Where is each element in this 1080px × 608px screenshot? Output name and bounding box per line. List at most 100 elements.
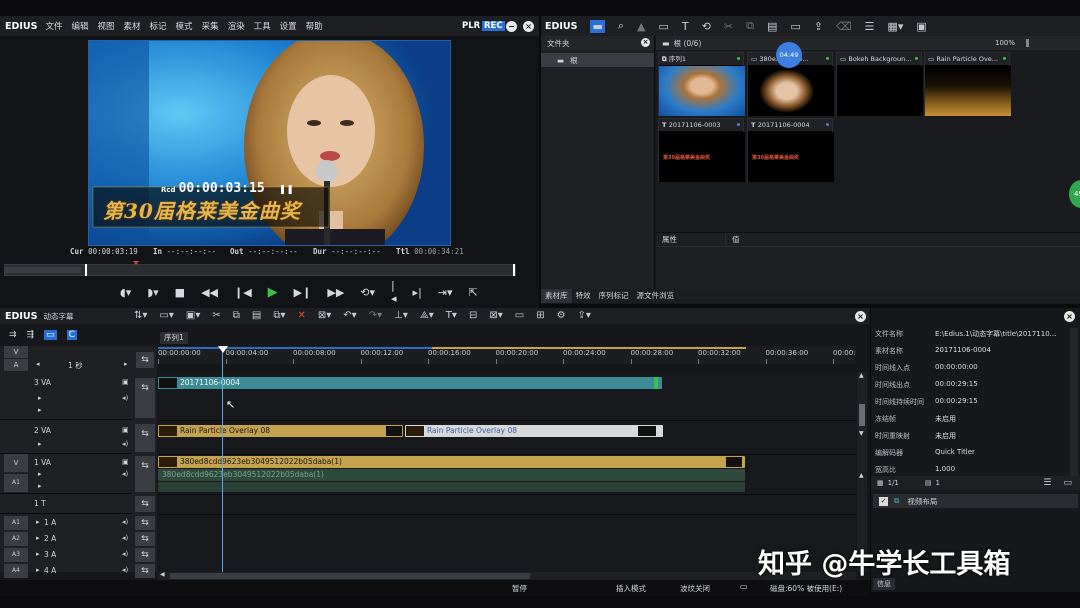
menu-item-5[interactable]: 模式 — [176, 20, 193, 32]
sequence-icon[interactable]: ⟲ — [702, 20, 711, 33]
bin-tab-2[interactable]: 序列标记 — [595, 289, 633, 303]
copy-icon[interactable]: ⧉ — [746, 19, 754, 33]
stop-icon[interactable]: ■ — [175, 286, 185, 299]
expand-icon[interactable]: ▸ — [36, 518, 40, 526]
scroll-thumb[interactable] — [859, 404, 865, 426]
mixer-icon[interactable]: ⊞ — [536, 310, 544, 321]
menu-item-1[interactable]: 编辑 — [71, 20, 88, 32]
audio-toggle-icon[interactable]: ◂) — [122, 394, 128, 402]
a4-patch[interactable]: A4 — [4, 564, 28, 578]
video-toggle-icon[interactable]: ▣ — [122, 426, 129, 434]
export-icon[interactable]: ⇱ — [469, 286, 478, 299]
timeline-hscroll[interactable]: ◀ — [158, 571, 856, 580]
plr-toggle[interactable]: PLR — [462, 21, 480, 31]
transition-icon[interactable]: ⟁▾ — [420, 310, 434, 321]
audio-toggle-icon[interactable]: ◂) — [122, 470, 128, 478]
redo-icon[interactable]: ↷▾ — [369, 310, 382, 321]
expand-icon[interactable]: ▸ — [38, 440, 42, 448]
sync-icon[interactable]: ▭ — [44, 330, 57, 340]
expand-icon[interactable]: ▸ — [38, 394, 42, 402]
expand-icon[interactable]: ▸ — [38, 470, 42, 478]
add-title-icon[interactable]: T — [682, 20, 689, 33]
menu-item-8[interactable]: 工具 — [254, 20, 271, 32]
timeline-scale[interactable]: 1 秒 — [68, 360, 83, 371]
group-icon[interactable]: ⇶ — [27, 330, 35, 340]
expand-icon-2[interactable]: ▸ — [38, 482, 42, 490]
video-toggle-icon[interactable]: ▣ — [122, 458, 129, 466]
cut-clip-icon[interactable]: ✂ — [212, 310, 220, 321]
v-toggle[interactable]: V — [4, 346, 28, 358]
scroll-up-icon-2[interactable]: ▲ — [859, 472, 864, 479]
a-toggle[interactable]: A — [4, 359, 28, 371]
folder-view-icon[interactable]: ▬ — [590, 19, 605, 33]
mode-icon[interactable]: ⇅▾ — [134, 310, 147, 321]
ripple-delete-icon[interactable]: ⊠▾ — [318, 310, 331, 321]
track-1t[interactable]: 1 T — [0, 494, 132, 514]
scroll-left-icon[interactable]: ◀ — [160, 571, 165, 578]
effect-checkbox[interactable]: ✓ — [879, 496, 888, 506]
insert-icon[interactable]: ⇥▾ — [438, 286, 453, 299]
loop-icon[interactable]: ⟲▾ — [360, 286, 375, 299]
a2-patch[interactable]: A2 — [4, 532, 28, 546]
search-icon[interactable]: ⌕ — [618, 19, 624, 33]
render-range-icon[interactable]: ⊠▾ — [489, 310, 502, 321]
save-project-icon[interactable]: ▣▾ — [186, 310, 200, 321]
open-project-icon[interactable]: ▭▾ — [159, 310, 173, 321]
menu-item-7[interactable]: 渲染 — [228, 20, 245, 32]
bin-tab-1[interactable]: 特效 — [572, 289, 595, 303]
scroll-up-icon[interactable]: ▲ — [859, 372, 864, 379]
paste-icon[interactable]: ▤ — [767, 20, 777, 33]
menu-item-0[interactable]: 文件 — [45, 20, 62, 32]
next-edit-icon[interactable]: ▸| — [413, 286, 422, 299]
clip-tile[interactable]: T 20171106-0003 第30届格莱美金曲奖 — [658, 118, 745, 182]
clip-tile[interactable]: ▭ Bokeh Backgroun... — [836, 52, 923, 116]
a3-patch[interactable]: A3 — [4, 548, 28, 562]
settings-icon[interactable]: ⚙ — [557, 310, 566, 321]
expand-icon[interactable]: ▸ — [36, 550, 40, 558]
expand-icon-2[interactable]: ▸ — [38, 406, 42, 414]
v-patch[interactable]: V — [4, 454, 28, 472]
export-bin-icon[interactable]: ⇪ — [814, 20, 823, 33]
play-icon[interactable]: ▶ — [268, 285, 278, 300]
track-4a[interactable]: A4 4 A ▸ ◂) — [0, 563, 132, 579]
status-mode[interactable]: 插入模式 — [616, 583, 646, 594]
menu-item-10[interactable]: 帮助 — [306, 20, 323, 32]
scroll-down-icon[interactable]: ▼ — [859, 430, 864, 437]
clip-2va-a[interactable]: Rain Particle Overlay 08 — [158, 425, 403, 437]
set-in-icon[interactable]: ◖▾ — [120, 286, 131, 299]
sync-1a-icon[interactable]: ⇆ — [135, 516, 155, 530]
clip-tile[interactable]: ▭ Rain Particle Ove... — [924, 52, 1011, 116]
clip-tile[interactable]: ⧉ 序列1 — [658, 52, 745, 116]
monitor-icon[interactable]: ▭ — [790, 20, 800, 33]
timeline-playhead[interactable] — [222, 346, 223, 572]
menu-item-4[interactable]: 标记 — [150, 20, 167, 32]
delete-icon[interactable]: ⌫ — [836, 20, 852, 33]
undo-icon[interactable]: ↶▾ — [343, 310, 356, 321]
sync-4a-icon[interactable]: ⇆ — [135, 564, 155, 578]
player-scrubber[interactable] — [4, 261, 516, 276]
sync-1t-icon[interactable]: ⇆ — [135, 496, 155, 512]
expand-icon[interactable]: ▸ — [36, 566, 40, 574]
zoom-slider[interactable] — [1026, 39, 1029, 47]
bin-tab-3[interactable]: 源文件浏览 — [633, 289, 679, 303]
rewind-icon[interactable]: ◀◀ — [201, 286, 218, 299]
list-view-icon[interactable]: ☰ — [865, 20, 875, 33]
effect-edit-icon[interactable]: ▭ — [1063, 478, 1072, 488]
fast-forward-icon[interactable]: ▶▶ — [327, 286, 344, 299]
paste-clip-icon[interactable]: ▤ — [252, 310, 261, 321]
sync-3va-icon[interactable]: ⇆ — [135, 378, 155, 418]
sync-1va-icon[interactable]: ⇆ — [135, 456, 155, 492]
menu-item-9[interactable]: 设置 — [280, 20, 297, 32]
rec-toggle[interactable]: REC — [482, 21, 505, 31]
bin-tab-0[interactable]: 素材库 — [541, 289, 572, 303]
playhead-head[interactable] — [218, 346, 228, 353]
audio-toggle-icon[interactable]: ◂) — [122, 566, 128, 574]
clip-1va-audio[interactable]: 380ed8cdd9623eb3049512022b05daba(1) — [158, 469, 745, 481]
briefcase-icon[interactable]: ▣ — [916, 20, 926, 33]
sync-2a-icon[interactable]: ⇆ — [135, 532, 155, 546]
cut-icon[interactable]: ✂ — [724, 20, 733, 33]
track-3a[interactable]: A3 3 A ▸ ◂) — [0, 547, 132, 563]
track-area[interactable]: 20171106-0004 Rain Particle Overlay 08 R… — [158, 346, 856, 572]
a-patch[interactable]: A1 — [4, 474, 28, 492]
delete-clip-icon[interactable]: ✕ — [298, 310, 306, 321]
